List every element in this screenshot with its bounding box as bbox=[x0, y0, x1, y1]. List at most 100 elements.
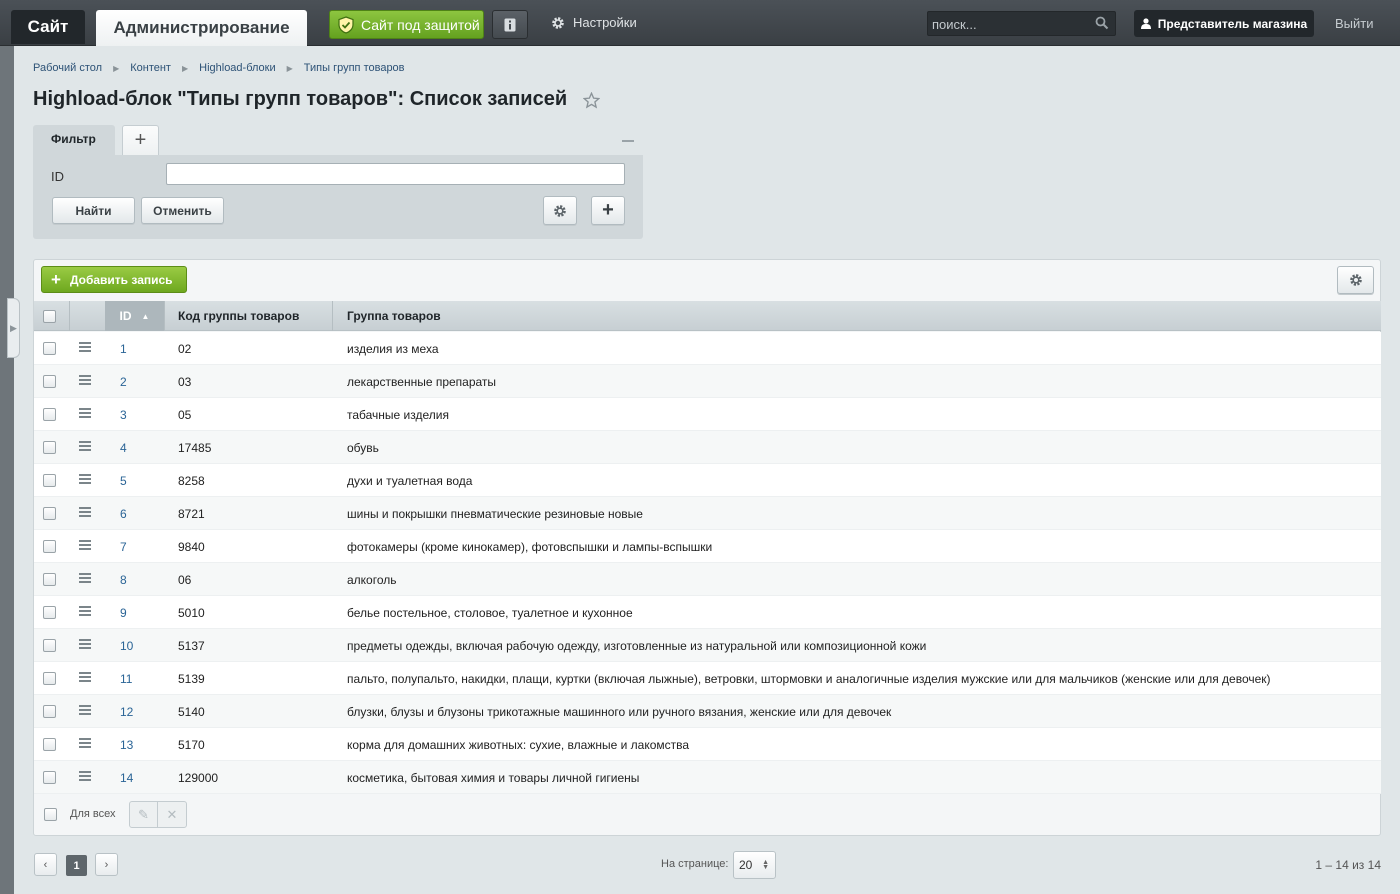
row-checkbox[interactable] bbox=[43, 375, 56, 388]
breadcrumb-item-content[interactable]: Контент bbox=[130, 62, 171, 74]
table-row[interactable]: 1 02 изделия из меха bbox=[34, 332, 1381, 365]
row-id-link[interactable]: 7 bbox=[120, 540, 127, 554]
next-page-button[interactable]: › bbox=[95, 853, 118, 876]
row-id-link[interactable]: 9 bbox=[120, 606, 127, 620]
gear-icon bbox=[1349, 274, 1362, 286]
breadcrumb-item-desktop[interactable]: Рабочий стол bbox=[33, 62, 102, 74]
row-checkbox[interactable] bbox=[43, 408, 56, 421]
table-row[interactable]: 4 17485 обувь bbox=[34, 431, 1381, 464]
table-row[interactable]: 7 9840 фотокамеры (кроме кинокамер), фотов… bbox=[34, 530, 1381, 563]
table-row[interactable]: 14 129000 косметика, бытовая химия и товар… bbox=[34, 761, 1381, 794]
row-menu-icon[interactable] bbox=[79, 441, 91, 452]
table-row[interactable]: 11 5139 пальто, полупальто, накидки, плащи… bbox=[34, 662, 1381, 695]
breadcrumb-item-highload[interactable]: Highload-блоки bbox=[199, 62, 276, 74]
row-checkbox[interactable] bbox=[43, 639, 56, 652]
table-row[interactable]: 3 05 табачные изделия bbox=[34, 398, 1381, 431]
filter-settings-button[interactable] bbox=[543, 196, 577, 225]
breadcrumb: Рабочий стол ▶ Контент ▶ Highload-блоки … bbox=[33, 62, 405, 74]
search-input[interactable] bbox=[932, 15, 1092, 33]
row-menu-icon[interactable] bbox=[79, 738, 91, 749]
row-checkbox[interactable] bbox=[43, 540, 56, 553]
edit-pencil-icon[interactable]: ✎ bbox=[130, 802, 159, 827]
prev-page-button[interactable]: ‹ bbox=[34, 853, 57, 876]
row-id-link[interactable]: 14 bbox=[120, 771, 133, 785]
table-row[interactable]: 5 8258 духи и туалетная вода bbox=[34, 464, 1381, 497]
find-button[interactable]: Найти bbox=[52, 197, 135, 224]
row-id-link[interactable]: 1 bbox=[120, 342, 127, 356]
row-id-link[interactable]: 6 bbox=[120, 507, 127, 521]
add-filter-tab-button[interactable]: + bbox=[122, 125, 159, 155]
row-id-link[interactable]: 5 bbox=[120, 474, 127, 488]
select-all-checkbox[interactable] bbox=[43, 301, 57, 331]
row-menu-icon[interactable] bbox=[79, 540, 91, 551]
row-checkbox[interactable] bbox=[43, 441, 56, 454]
row-id-link[interactable]: 12 bbox=[120, 705, 133, 719]
row-checkbox[interactable] bbox=[43, 342, 56, 355]
cancel-button[interactable]: Отменить bbox=[141, 197, 224, 224]
row-menu-icon[interactable] bbox=[79, 375, 91, 386]
table-row[interactable]: 13 5170 корма для домашних животных: сухие… bbox=[34, 728, 1381, 761]
row-checkbox[interactable] bbox=[43, 507, 56, 520]
row-checkbox[interactable] bbox=[43, 705, 56, 718]
add-filter-field-button[interactable]: + bbox=[591, 196, 625, 225]
delete-cross-icon[interactable]: ✕ bbox=[158, 802, 186, 827]
user-button[interactable]: Представитель магазина bbox=[1134, 10, 1314, 37]
breadcrumb-item-product-groups[interactable]: Типы групп товаров bbox=[304, 62, 405, 74]
per-page-select[interactable]: 20 ▲ ▼ bbox=[733, 851, 776, 879]
row-id-link[interactable]: 13 bbox=[120, 738, 133, 752]
table-row[interactable]: 8 06 алкоголь bbox=[34, 563, 1381, 596]
row-menu-icon[interactable] bbox=[79, 408, 91, 419]
row-menu-icon[interactable] bbox=[79, 771, 91, 782]
row-checkbox[interactable] bbox=[43, 738, 56, 751]
search-icon[interactable] bbox=[1095, 16, 1109, 30]
row-id-link[interactable]: 4 bbox=[120, 441, 127, 455]
expand-menu-handle[interactable]: ▶ bbox=[7, 298, 20, 358]
table-row[interactable]: 12 5140 блузки, блузы и блузоны трикотажны… bbox=[34, 695, 1381, 728]
tab-site[interactable]: Сайт bbox=[11, 10, 85, 44]
table-row[interactable]: 6 8721 шины и покрышки пневматические рези… bbox=[34, 497, 1381, 530]
filter-id-input[interactable] bbox=[166, 163, 625, 185]
plus-icon: + bbox=[134, 129, 147, 151]
add-record-button[interactable]: + Добавить запись bbox=[41, 266, 187, 293]
column-header-code[interactable]: Код группы товаров bbox=[178, 301, 299, 331]
row-menu-icon[interactable] bbox=[79, 606, 91, 617]
row-checkbox[interactable] bbox=[43, 474, 56, 487]
tab-administration[interactable]: Администрирование bbox=[96, 10, 307, 46]
table-row[interactable]: 10 5137 предметы одежды, включая рабочую о… bbox=[34, 629, 1381, 662]
chevron-right-icon: › bbox=[104, 858, 109, 871]
row-menu-icon[interactable] bbox=[79, 672, 91, 683]
filter-id-label: ID bbox=[51, 169, 64, 184]
row-menu-icon[interactable] bbox=[79, 639, 91, 650]
row-menu-icon[interactable] bbox=[79, 507, 91, 518]
row-checkbox[interactable] bbox=[43, 771, 56, 784]
info-button[interactable] bbox=[492, 10, 528, 39]
table-body: 1 02 изделия из меха 2 03 лекарственные препа… bbox=[34, 332, 1381, 794]
table-row[interactable]: 9 5010 белье постельное, столовое, туалетн… bbox=[34, 596, 1381, 629]
site-protected-button[interactable]: Сайт под защитой bbox=[329, 10, 484, 39]
row-id-link[interactable]: 10 bbox=[120, 639, 133, 653]
row-group: духи и туалетная вода bbox=[347, 474, 473, 488]
for-all-checkbox[interactable] bbox=[44, 808, 57, 821]
row-id-link[interactable]: 2 bbox=[120, 375, 127, 389]
row-menu-icon[interactable] bbox=[79, 705, 91, 716]
minimize-filter-button[interactable] bbox=[622, 140, 634, 142]
row-menu-icon[interactable] bbox=[79, 474, 91, 485]
favorite-star-icon[interactable] bbox=[583, 92, 600, 109]
table-row[interactable]: 2 03 лекарственные препараты bbox=[34, 365, 1381, 398]
row-id-link[interactable]: 3 bbox=[120, 408, 127, 422]
row-menu-icon[interactable] bbox=[79, 573, 91, 584]
row-id-link[interactable]: 11 bbox=[120, 672, 132, 686]
row-checkbox[interactable] bbox=[43, 672, 56, 685]
row-code: 17485 bbox=[178, 441, 212, 455]
logout-link[interactable]: Выйти bbox=[1335, 16, 1374, 31]
list-settings-button[interactable] bbox=[1337, 266, 1374, 294]
row-checkbox[interactable] bbox=[43, 606, 56, 619]
column-header-group[interactable]: Группа товаров bbox=[347, 301, 441, 331]
row-id-link[interactable]: 8 bbox=[120, 573, 127, 587]
row-checkbox[interactable] bbox=[43, 573, 56, 586]
row-menu-icon[interactable] bbox=[79, 342, 91, 353]
current-page[interactable]: 1 bbox=[66, 855, 87, 876]
settings-link[interactable]: Настройки bbox=[551, 15, 637, 30]
filter-tab[interactable]: Фильтр bbox=[33, 125, 115, 155]
column-header-id[interactable]: ID ▲ bbox=[105, 301, 164, 331]
